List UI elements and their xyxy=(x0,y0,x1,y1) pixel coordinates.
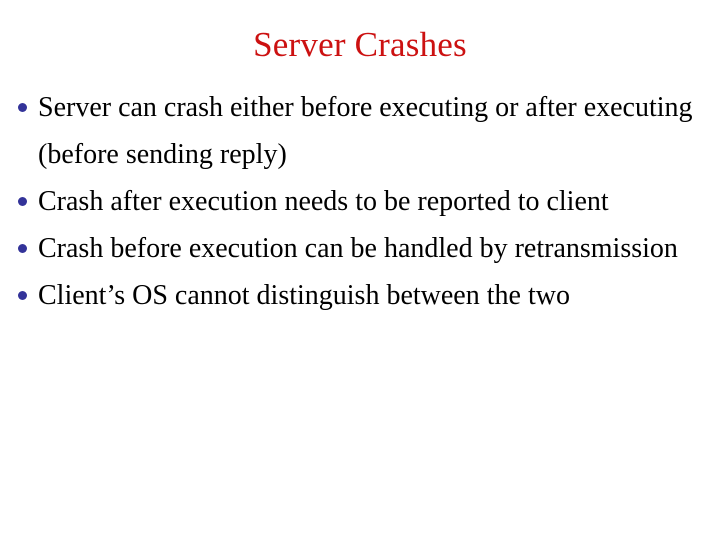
list-item-label: Crash before execution can be handled by… xyxy=(38,233,678,264)
list-item: Crash after execution needs to be report… xyxy=(13,178,707,225)
bullet-list: Server can crash either before executing… xyxy=(13,84,707,319)
bullet-dot-icon xyxy=(18,103,27,112)
bullet-dot-icon xyxy=(18,244,27,253)
list-item-label: Crash after execution needs to be report… xyxy=(38,186,609,217)
bullet-dot-icon xyxy=(18,291,27,300)
list-item: Client’s OS cannot distinguish between t… xyxy=(13,272,707,319)
list-item: Server can crash either before executing… xyxy=(13,84,707,178)
list-item-label: Client’s OS cannot distinguish between t… xyxy=(38,280,570,311)
slide: Server Crashes Server can crash either b… xyxy=(0,0,720,540)
list-item-label: Server can crash either before executing… xyxy=(38,92,693,170)
bullet-dot-icon xyxy=(18,197,27,206)
page-title: Server Crashes xyxy=(253,25,467,64)
list-item: Crash before execution can be handled by… xyxy=(13,225,707,272)
